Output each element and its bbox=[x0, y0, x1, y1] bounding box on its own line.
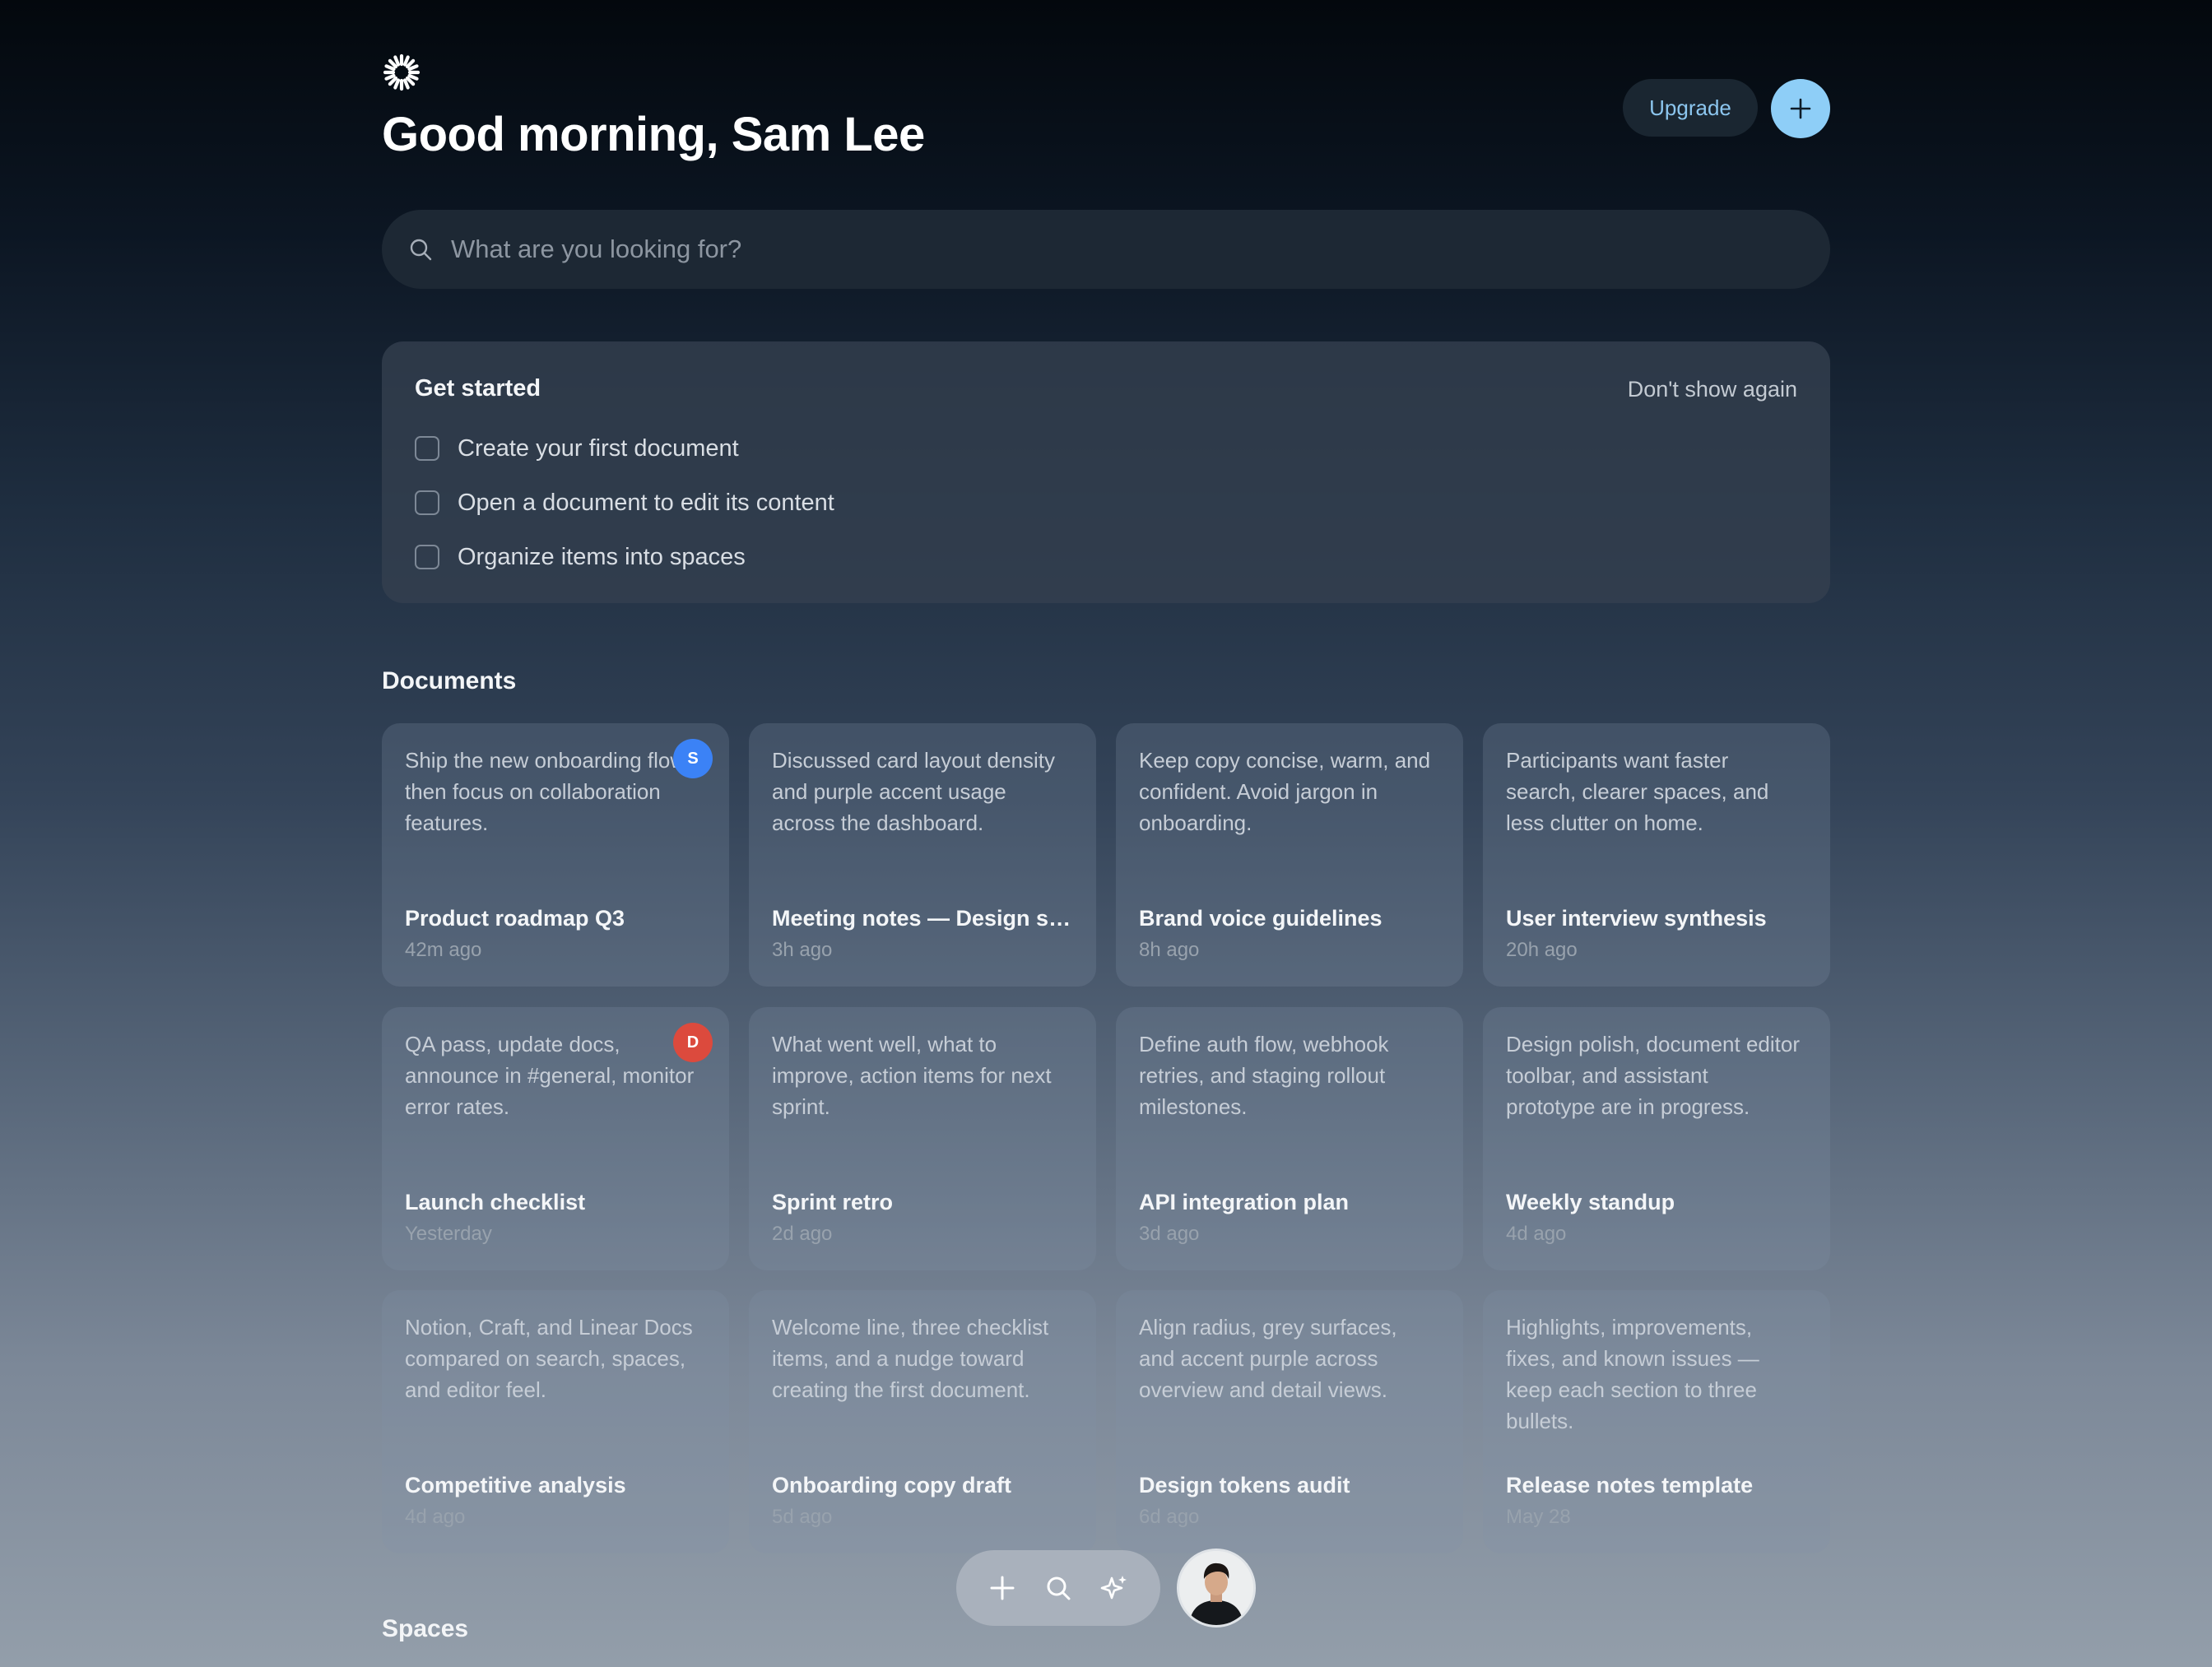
document-snippet: Align radius, grey surfaces, and accent … bbox=[1139, 1315, 1397, 1402]
document-title: Brand voice guidelines bbox=[1139, 906, 1382, 931]
document-snippet: QA pass, update docs, announce in #gener… bbox=[405, 1032, 695, 1119]
checkbox[interactable] bbox=[415, 545, 439, 569]
plus-icon bbox=[1790, 98, 1811, 119]
document-snippet: Discussed card layout density and purple… bbox=[772, 748, 1055, 835]
document-card[interactable]: Design polish, document editor toolbar, … bbox=[1483, 1007, 1830, 1270]
greeting-heading: Good morning, Sam Lee bbox=[382, 108, 925, 161]
document-card[interactable]: Notion, Craft, and Linear Docs compared … bbox=[382, 1290, 729, 1553]
document-timestamp: 20h ago bbox=[1506, 939, 1578, 961]
document-card[interactable]: Align radius, grey surfaces, and accent … bbox=[1116, 1290, 1463, 1553]
checkbox[interactable] bbox=[415, 436, 439, 461]
document-snippet: Notion, Craft, and Linear Docs compared … bbox=[405, 1315, 693, 1402]
dock-new-button[interactable] bbox=[979, 1565, 1025, 1611]
document-card[interactable]: Participants want faster search, clearer… bbox=[1483, 723, 1830, 987]
document-card[interactable]: Ship the new onboarding flow, then focus… bbox=[382, 723, 729, 987]
document-timestamp: May 28 bbox=[1506, 1506, 1571, 1528]
document-snippet: Keep copy concise, warm, and confident. … bbox=[1139, 748, 1431, 835]
document-timestamp: Yesterday bbox=[405, 1223, 492, 1245]
document-snippet: Ship the new onboarding flow, then focus… bbox=[405, 748, 690, 835]
document-card[interactable]: What went well, what to improve, action … bbox=[749, 1007, 1096, 1270]
checklist-item-create-document[interactable]: Create your first document bbox=[415, 432, 739, 465]
collaborator-avatar: S bbox=[673, 739, 713, 778]
dont-show-again-button[interactable]: Don't show again bbox=[1623, 377, 1797, 402]
search-icon bbox=[1047, 1576, 1071, 1600]
document-title: Design tokens audit bbox=[1139, 1473, 1350, 1498]
document-title: Product roadmap Q3 bbox=[405, 906, 625, 931]
checklist-item-label: Organize items into spaces bbox=[458, 543, 746, 570]
document-timestamp: 42m ago bbox=[405, 939, 482, 961]
document-timestamp: 6d ago bbox=[1139, 1506, 1200, 1528]
user-avatar[interactable] bbox=[1177, 1549, 1256, 1628]
checklist-item-open-document[interactable]: Open a document to edit its content bbox=[415, 486, 834, 519]
app-logo-icon bbox=[382, 53, 421, 92]
document-timestamp: 3d ago bbox=[1139, 1223, 1200, 1245]
document-timestamp: 5d ago bbox=[772, 1506, 833, 1528]
checklist-item-label: Create your first document bbox=[458, 434, 739, 462]
document-title: API integration plan bbox=[1139, 1190, 1350, 1214]
document-title: Onboarding copy draft bbox=[772, 1473, 1012, 1498]
document-title: Release notes template bbox=[1506, 1473, 1754, 1498]
document-card[interactable]: Welcome line, three checklist items, and… bbox=[749, 1290, 1096, 1553]
upgrade-button[interactable]: Upgrade bbox=[1623, 79, 1758, 137]
document-snippet: Highlights, improvements, fixes, and kno… bbox=[1506, 1315, 1759, 1433]
dock-assistant-button[interactable] bbox=[1091, 1565, 1137, 1611]
document-snippet: Welcome line, three checklist items, and… bbox=[772, 1315, 1049, 1402]
document-title: Competitive analysis bbox=[405, 1473, 626, 1498]
collaborator-avatar: D bbox=[673, 1023, 713, 1062]
checklist-item-organize-spaces[interactable]: Organize items into spaces bbox=[415, 541, 746, 573]
checklist-item-label: Open a document to edit its content bbox=[458, 489, 834, 516]
document-title: User interview synthesis bbox=[1506, 906, 1767, 931]
checkbox[interactable] bbox=[415, 490, 439, 515]
document-timestamp: 3h ago bbox=[772, 939, 833, 961]
avatar-photo-icon bbox=[1179, 1551, 1253, 1625]
document-card[interactable]: Highlights, improvements, fixes, and kno… bbox=[1483, 1290, 1830, 1553]
document-snippet: Design polish, document editor toolbar, … bbox=[1506, 1032, 1800, 1119]
document-card[interactable]: QA pass, update docs, announce in #gener… bbox=[382, 1007, 729, 1270]
document-title: Launch checklist bbox=[405, 1190, 586, 1214]
dock-search-button[interactable] bbox=[1035, 1565, 1081, 1611]
sparkle-icon bbox=[1100, 1576, 1127, 1600]
spaces-section-title: Spaces bbox=[382, 1615, 469, 1642]
bottom-dock bbox=[956, 1550, 1160, 1626]
document-title: Meeting notes — Design sync bbox=[772, 906, 1075, 931]
document-card[interactable]: Define auth flow, webhook retries, and s… bbox=[1116, 1007, 1463, 1270]
document-title: Sprint retro bbox=[772, 1190, 894, 1214]
document-timestamp: 4d ago bbox=[1506, 1223, 1567, 1245]
document-snippet: What went well, what to improve, action … bbox=[772, 1032, 1052, 1119]
document-card[interactable]: Discussed card layout density and purple… bbox=[749, 723, 1096, 987]
document-timestamp: 2d ago bbox=[772, 1223, 833, 1245]
plus-icon bbox=[990, 1576, 1015, 1600]
document-title: Weekly standup bbox=[1506, 1190, 1675, 1214]
document-timestamp: 8h ago bbox=[1139, 939, 1200, 961]
documents-section-title: Documents bbox=[382, 667, 517, 694]
search-bar[interactable] bbox=[382, 210, 1830, 289]
document-snippet: Participants want faster search, clearer… bbox=[1506, 748, 1769, 835]
document-card[interactable]: Keep copy concise, warm, and confident. … bbox=[1116, 723, 1463, 987]
get-started-title: Get started bbox=[415, 375, 541, 402]
search-input[interactable] bbox=[451, 234, 1685, 264]
new-item-button[interactable] bbox=[1771, 79, 1830, 138]
document-snippet: Define auth flow, webhook retries, and s… bbox=[1139, 1032, 1389, 1119]
search-icon bbox=[410, 239, 432, 261]
document-timestamp: 4d ago bbox=[405, 1506, 466, 1528]
